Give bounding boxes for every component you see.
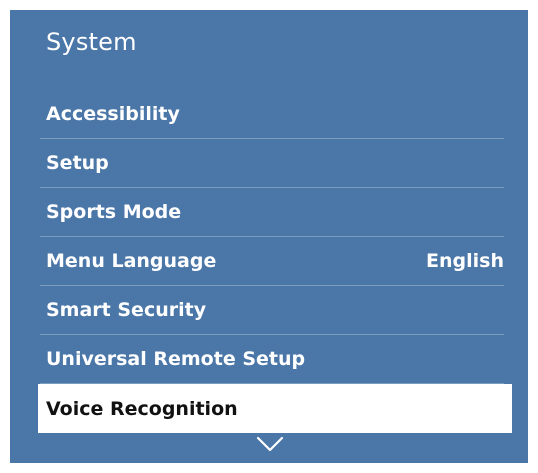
menu-item-menu-language[interactable]: Menu Language English xyxy=(40,237,504,286)
menu-item-label: Menu Language xyxy=(46,250,217,272)
menu-item-label: Sports Mode xyxy=(46,201,182,223)
menu-list: Accessibility Setup Sports Mode Menu Lan… xyxy=(10,90,528,433)
menu-title: System xyxy=(46,28,137,56)
menu-item-label: Universal Remote Setup xyxy=(46,348,306,370)
menu-item-accessibility[interactable]: Accessibility xyxy=(40,90,504,139)
menu-item-voice-recognition[interactable]: Voice Recognition xyxy=(38,384,512,433)
menu-item-sports-mode[interactable]: Sports Mode xyxy=(40,188,504,237)
menu-item-label: Setup xyxy=(46,152,109,174)
menu-item-label: Accessibility xyxy=(46,103,180,125)
menu-item-value: English xyxy=(426,250,504,272)
chevron-down-icon[interactable] xyxy=(257,436,283,452)
menu-item-label: Voice Recognition xyxy=(46,397,238,420)
menu-item-label: Smart Security xyxy=(46,299,207,321)
menu-item-setup[interactable]: Setup xyxy=(40,139,504,188)
system-menu-panel: System Accessibility Setup Sports Mode M… xyxy=(10,10,528,463)
menu-item-smart-security[interactable]: Smart Security xyxy=(40,286,504,335)
menu-item-universal-remote-setup[interactable]: Universal Remote Setup xyxy=(40,335,504,384)
